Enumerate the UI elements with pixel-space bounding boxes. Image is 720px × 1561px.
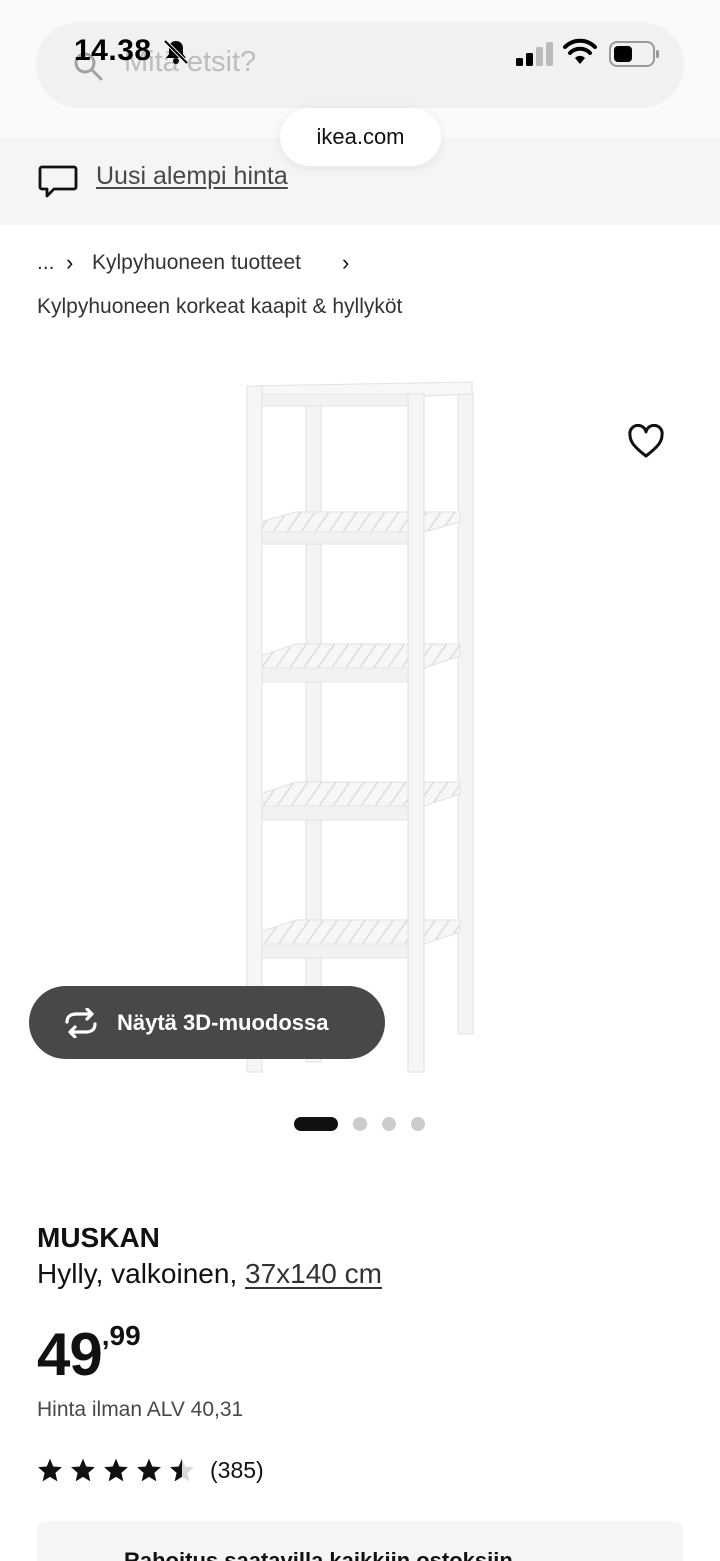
carousel-dot[interactable] [353,1117,367,1131]
star-icon [71,1458,95,1482]
breadcrumb-current[interactable]: Kylpyhuoneen korkeat kaapit & hyllyköt [37,295,402,319]
carousel-dot-active[interactable] [294,1117,338,1131]
product-image[interactable] [230,372,490,1092]
financing-text: Rahoitus saatavilla kaikkiin ostoksiin [124,1548,513,1561]
battery-icon [609,41,659,67]
chevron-right-icon: › [66,250,74,275]
shelf [259,511,461,545]
new-lower-price-link[interactable]: Uusi alempi hinta [96,162,288,191]
product-description: Hylly, valkoinen, 37x140 cm [37,1258,382,1290]
view-3d-label: Näytä 3D-muodossa [117,1009,329,1035]
product-type: Hylly, valkoinen, [37,1258,238,1289]
carousel-dot[interactable] [382,1117,396,1131]
wifi-icon [563,38,597,64]
carousel-dot[interactable] [411,1117,425,1131]
star-icon [104,1458,128,1482]
star-half-icon [170,1458,194,1482]
product-name: MUSKAN [37,1222,160,1253]
breadcrumb-ellipsis[interactable]: ... [37,251,55,275]
product-price: 49,99 [37,1320,141,1389]
shelf [259,781,461,821]
heart-icon[interactable] [627,424,665,460]
bell-off-icon [163,39,189,65]
star-icon [38,1458,62,1482]
price-decimal: ,99 [101,1320,141,1351]
breadcrumb-parent-link[interactable]: Kylpyhuoneen tuotteet [92,251,301,275]
review-count[interactable]: (385) [210,1457,264,1484]
view-3d-button[interactable]: Näytä 3D-muodossa [29,986,385,1059]
carousel-indicator [294,1117,440,1131]
price-without-vat: Hinta ilman ALV 40,31 [37,1398,244,1421]
shelf [259,643,461,683]
product-size-link[interactable]: 37x140 cm [245,1258,382,1289]
star-icon [137,1458,161,1482]
chevron-right-icon: › [342,250,350,275]
url-bar[interactable]: ikea.com [280,108,441,166]
price-integer: 49 [37,1321,103,1388]
rating-stars[interactable] [37,1457,202,1483]
shelf [259,919,461,959]
chat-icon [38,165,78,198]
status-time: 14.38 [74,34,152,67]
cellular-signal-icon [516,42,553,66]
rotate-3d-icon [65,1007,97,1038]
